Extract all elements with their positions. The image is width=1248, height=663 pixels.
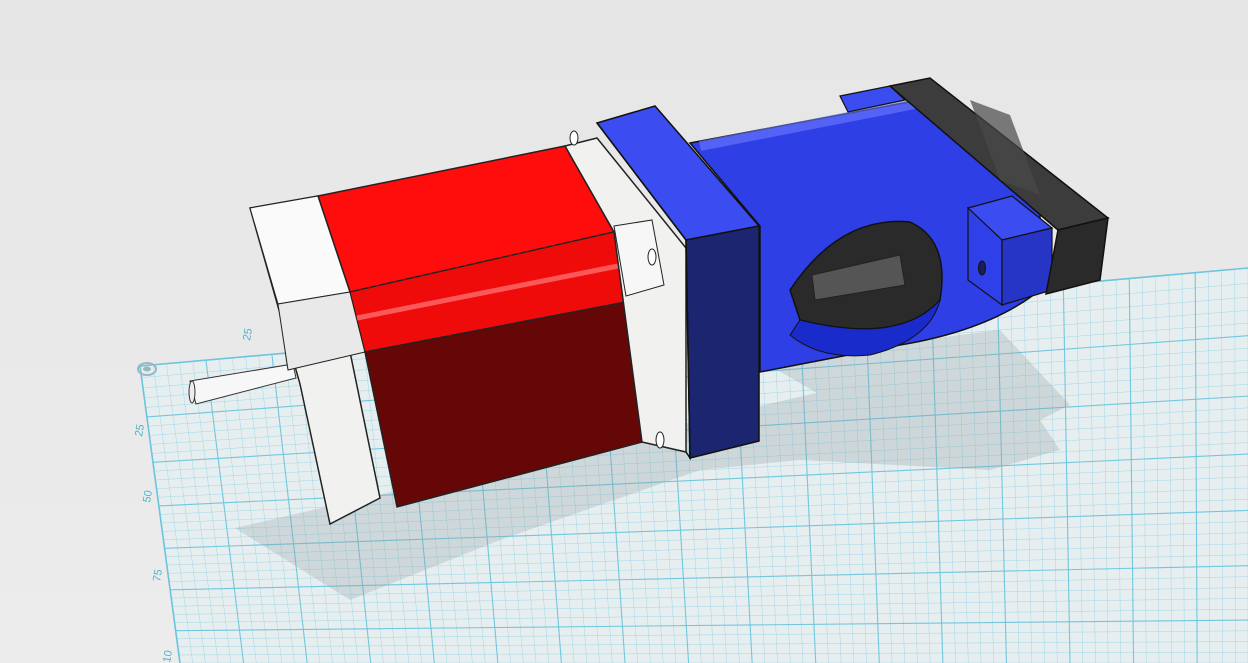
grid-label-left-75: 75 [151,568,165,582]
3d-viewport[interactable]: 25 25 50 75 10 [0,0,1248,663]
grid-label-left-100: 10 [161,649,175,663]
grid-label-left-25: 25 [133,423,147,437]
grid-label-left-50: 50 [141,489,155,503]
workplane-scene[interactable]: 25 25 50 75 10 [0,0,1248,663]
grid-label-top: 25 [241,327,255,341]
